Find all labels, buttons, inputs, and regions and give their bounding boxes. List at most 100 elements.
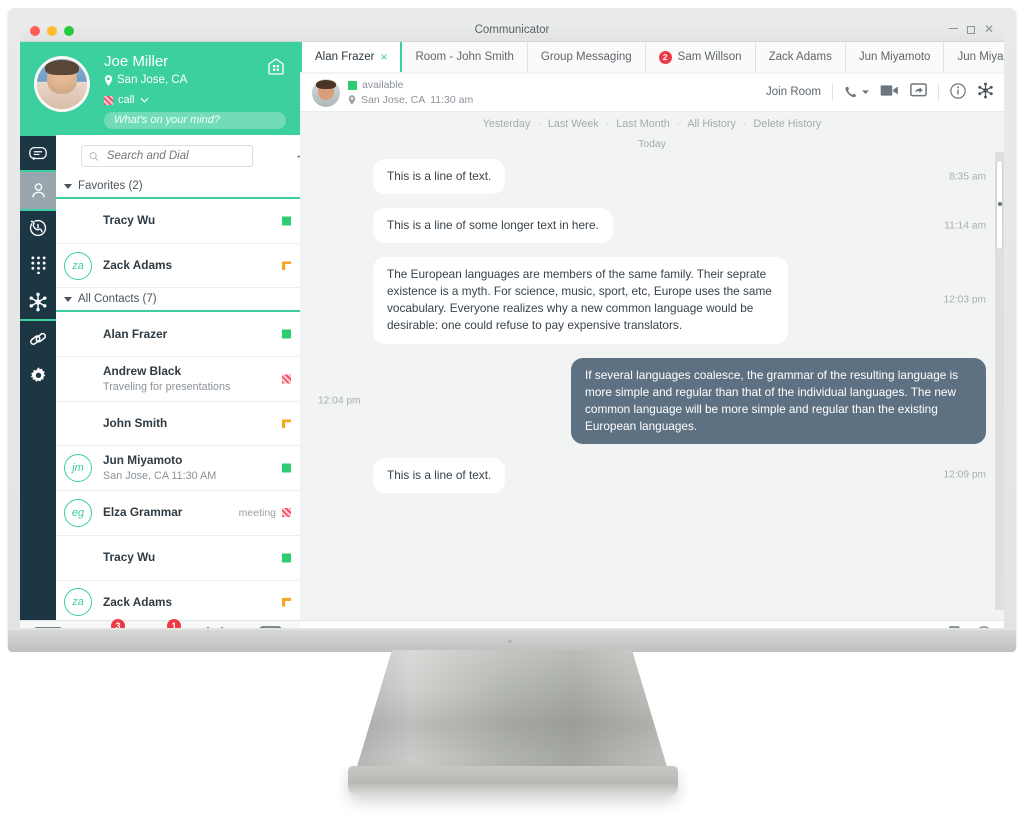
contact-name: Jun Miyamoto [103,453,183,468]
profile-location-text: San Jose, CA [117,74,188,86]
mail-button[interactable] [35,626,61,628]
maximize-icon[interactable] [966,25,975,34]
contact-subtitle: Traveling for presentations [103,380,231,393]
sidebar-item-dialpad[interactable] [20,246,56,283]
sidebar-item-call-history[interactable] [20,209,56,246]
emoji-button[interactable] [976,626,992,628]
link-icon [30,332,47,345]
info-icon [950,82,966,99]
contact-group-title: All Contacts (7) [78,293,157,306]
screen-share-button[interactable] [910,83,927,101]
history-delete[interactable]: Delete History [754,118,822,130]
history-last-month[interactable]: Last Month [616,118,669,130]
list-item[interactable]: Tracy Wu [56,536,300,581]
tab-group-messaging[interactable]: Group Messaging [527,42,646,72]
screen: Communicator ✕ Joe Miller San Jose, CA c… [20,20,1004,628]
status-badge [282,329,291,339]
chat-local-time: 11:30 am [430,94,474,106]
tab-sam-willson[interactable]: 2 Sam Willson [645,42,756,72]
chat-status: available [348,79,403,91]
list-item[interactable]: za Zack Adams [56,581,300,626]
status-badge [282,508,291,518]
list-item[interactable]: Tracy Wu [56,199,300,244]
contact-group-title: Favorites (2) [78,180,143,192]
chat-location-text: San Jose, CA [361,94,426,106]
conversation-tabs: Alan Frazer × Room - John Smith Group Me… [300,42,1004,72]
search-box[interactable] [81,145,253,167]
profile-name: Joe Miller [104,53,169,70]
message-row: This is a line of text. 8:35 am [300,152,1004,201]
caret-down-icon [64,296,72,302]
window-controls[interactable]: ✕ [948,23,994,35]
sidebar-item-chat[interactable] [20,134,56,172]
tab-zack-adams[interactable]: Zack Adams [755,42,846,72]
join-room-button[interactable]: Join Room [766,86,821,98]
tab-alan-frazer[interactable]: Alan Frazer × [300,42,403,72]
separator: · [742,118,747,130]
home-grid-icon[interactable] [266,56,286,76]
message-time: 8:35 am [949,171,986,183]
monitor-indicator [508,640,512,643]
calendar-button[interactable] [203,626,229,628]
close-tab-icon[interactable]: × [380,50,387,64]
divider [938,83,939,101]
chat-actions: Join Room [766,82,994,102]
list-item[interactable]: Andrew Black Traveling for presentations [56,357,300,402]
message-bubble: This is a line of text. [373,457,506,494]
info-button[interactable] [950,82,966,102]
attach-file-button[interactable] [949,625,963,628]
message-row: This is a line of some longer text in he… [300,201,1004,250]
gear-icon [30,367,45,382]
tab-room-john-smith[interactable]: Room - John Smith [402,42,528,72]
list-item[interactable]: jm Jun Miyamoto San Jose, CA 11:30 AM [56,446,300,492]
profile-location: San Jose, CA [104,74,187,86]
contact-group-header[interactable]: All Contacts (7) [56,288,300,313]
contact-list[interactable]: Favorites (2) Tracy Wu za Zack Adams All… [56,175,300,628]
profile-status-text: call [118,94,135,106]
video-call-button[interactable] [880,84,899,100]
history-last-week[interactable]: Last Week [548,118,599,130]
person-icon [31,183,45,198]
history-all[interactable]: All History [687,118,736,130]
contact-group-header[interactable]: Favorites (2) [56,175,300,199]
contact-name: Tracy Wu [103,550,156,565]
chat-bubble-icon [29,146,47,160]
message-bubble: This is a line of text. [373,159,506,195]
status-badge [282,261,291,271]
voicemail-button[interactable]: 1 [147,618,181,628]
tab-jun-miyamoto-2[interactable]: Jun Miyamoto [944,42,1004,72]
avatar [34,56,90,112]
avatar-initials: eg [64,498,92,527]
list-item[interactable]: eg Elza Grammar meeting [56,491,300,536]
sidebar-item-conference[interactable] [20,283,56,320]
minimize-icon[interactable] [948,27,958,29]
mood-input[interactable]: What's on your mind? [104,112,286,129]
tab-label: Alan Frazer [315,51,375,63]
calendar-icon [203,626,227,628]
sidebar-item-link[interactable] [20,319,56,357]
chevron-down-icon[interactable] [140,97,149,103]
apps-button[interactable] [259,625,285,628]
list-item[interactable]: John Smith [56,402,300,447]
tab-jun-miyamoto-1[interactable]: Jun Miyamoto [845,42,945,72]
attach-file-icon [949,625,961,628]
conference-button[interactable] [977,82,994,102]
profile-status[interactable]: call [104,94,149,106]
search-input[interactable] [104,149,245,163]
screen-share-icon [910,83,927,97]
contact-name: Elza Grammar [103,505,183,520]
video-camera-icon [880,85,898,96]
sidebar-item-settings[interactable] [20,357,56,394]
history-yesterday[interactable]: Yesterday [483,118,531,130]
call-button[interactable] [844,85,869,100]
list-item[interactable]: za Zack Adams [56,244,300,289]
message-list[interactable]: This is a line of text. 8:35 am This is … [300,152,1004,610]
list-item[interactable]: Alan Frazer [56,312,300,358]
sidebar-item-contacts[interactable] [20,170,56,211]
status-badge [348,80,357,90]
fax-button[interactable]: 3 [91,618,125,628]
close-icon[interactable]: ✕ [984,23,994,35]
status-badge [282,597,291,607]
unread-count-badge: 2 [658,50,672,64]
monitor: Communicator ✕ Joe Miller San Jose, CA c… [0,0,1024,822]
